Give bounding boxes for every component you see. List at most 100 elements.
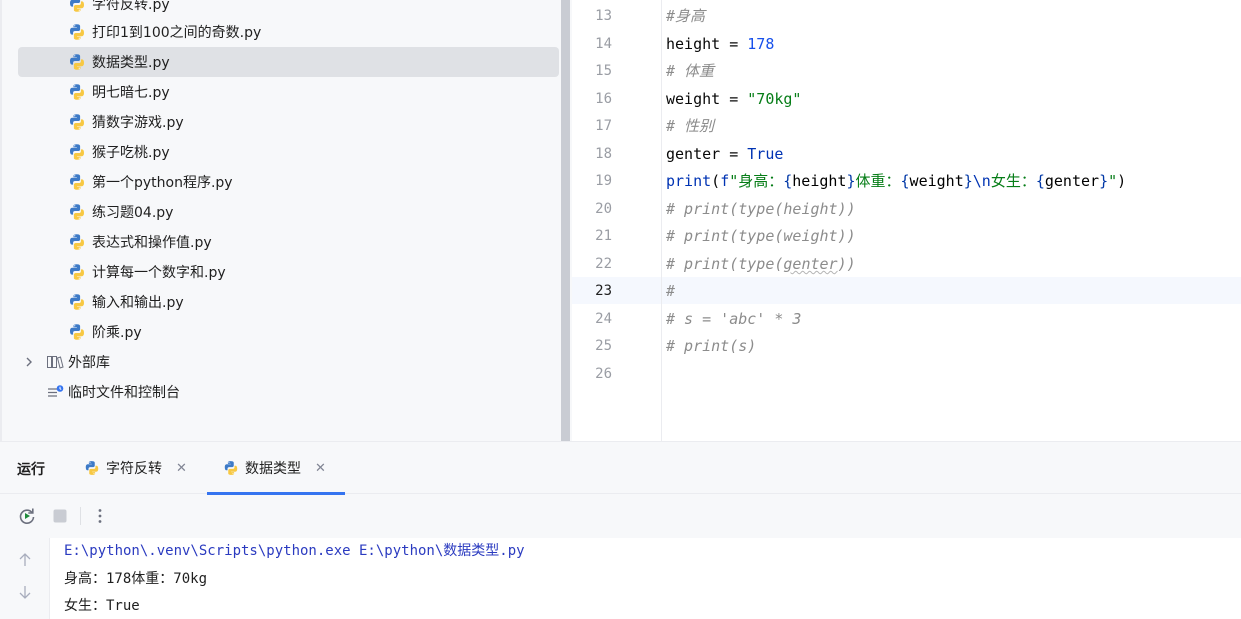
tree-file[interactable]: 阶乘.py: [68, 317, 142, 347]
console-output[interactable]: E:\python\.venv\Scripts\python.exe E:\py…: [0, 538, 1241, 619]
tree-file[interactable]: 猴子吃桃.py: [68, 137, 170, 167]
line-number: 26: [595, 366, 612, 382]
toolbar-divider: [80, 507, 81, 525]
file-label: 表达式和操作值.py: [92, 235, 212, 251]
code-line[interactable]: genter = True: [666, 141, 783, 168]
line-number: 24: [595, 311, 612, 327]
file-label: 明七暗七.py: [92, 85, 170, 101]
file-label: 计算每一个数字和.py: [92, 265, 226, 281]
tree-file[interactable]: 明七暗七.py: [68, 77, 170, 107]
line-number: 21: [595, 228, 612, 244]
line-number-gutter: 13 14 15 16 17 18 19 20 21 22 23 24 25 2…: [572, 0, 662, 441]
python-file-icon: [223, 460, 239, 476]
file-label: 练习题04.py: [92, 205, 174, 221]
file-label: 数据类型.py: [92, 55, 170, 71]
console-output-line: 女生：True: [64, 598, 140, 614]
tree-scrollbar[interactable]: [560, 0, 572, 441]
code-line[interactable]: # 体重: [666, 58, 714, 85]
run-tab-string-reverse[interactable]: 字符反转 ✕: [84, 442, 187, 494]
file-label: 猜数字游戏.py: [92, 115, 184, 131]
line-number-current: 23: [595, 283, 612, 299]
line-number: 14: [595, 36, 612, 52]
python-file-icon: [68, 0, 86, 13]
chevron-right-icon[interactable]: [22, 355, 36, 369]
scratches-icon: [48, 385, 64, 397]
python-file-icon: [84, 460, 100, 476]
project-tree: 字符反转.py 打印1到100之间的奇数.py 数据类型.py 明七暗七.py …: [0, 0, 560, 441]
code-line-current[interactable]: #: [666, 278, 675, 305]
more-options-icon: [98, 509, 102, 523]
tree-file[interactable]: 输入和输出.py: [68, 287, 184, 317]
python-file-icon: [68, 263, 86, 281]
file-label: 字符反转.py: [92, 0, 170, 13]
line-number: 22: [595, 256, 612, 272]
stop-button[interactable]: [50, 506, 70, 526]
code-line[interactable]: weight = "70kg": [666, 86, 801, 113]
run-tool-window: 运行 字符反转 ✕ 数据类型 ✕ E:\python\.venv\Scripts…: [0, 441, 1241, 619]
file-label: 输入和输出.py: [92, 295, 184, 311]
console-command-line: E:\python\.venv\Scripts\python.exe E:\py…: [64, 543, 525, 559]
more-options-button[interactable]: [90, 506, 110, 526]
scroll-up-icon[interactable]: [17, 552, 33, 568]
python-file-icon: [68, 323, 86, 341]
code-line[interactable]: #身高: [666, 3, 705, 30]
line-number: 25: [595, 338, 612, 354]
code-line[interactable]: # s = 'abc' * 3: [666, 306, 801, 333]
file-label: 阶乘.py: [92, 325, 142, 341]
code-line[interactable]: # print(type(genter)): [666, 251, 856, 278]
console-output-line: 身高：178体重：70kg: [64, 571, 208, 587]
python-file-icon: [68, 143, 86, 161]
tree-file-selected[interactable]: 数据类型.py: [68, 47, 170, 77]
line-number: 17: [595, 118, 612, 134]
scratches-label: 临时文件和控制台: [68, 385, 180, 401]
line-number: 20: [595, 201, 612, 217]
run-tab-label: 字符反转: [106, 461, 162, 477]
python-file-icon: [68, 113, 86, 131]
python-file-icon: [68, 83, 86, 101]
file-label: 猴子吃桃.py: [92, 145, 170, 161]
console-gutter: [0, 538, 50, 619]
python-file-icon: [68, 23, 86, 41]
python-file-icon: [68, 293, 86, 311]
line-number: 15: [595, 63, 612, 79]
python-file-icon: [68, 173, 86, 191]
code-line[interactable]: height = 178: [666, 31, 774, 58]
python-file-icon: [68, 233, 86, 251]
tree-file[interactable]: 猜数字游戏.py: [68, 107, 184, 137]
tree-file[interactable]: 表达式和操作值.py: [68, 227, 212, 257]
close-icon[interactable]: ✕: [315, 461, 326, 476]
file-label: 第一个python程序.py: [92, 175, 233, 191]
code-line[interactable]: print(f"身高：{height}体重：{weight}\n女生：{gent…: [666, 168, 1126, 195]
library-icon: [47, 356, 64, 369]
run-tab-label: 数据类型: [245, 461, 301, 477]
line-number: 13: [595, 8, 612, 24]
tree-file[interactable]: 练习题04.py: [68, 197, 173, 227]
line-number: 18: [595, 146, 612, 162]
code-editor[interactable]: 13 14 15 16 17 18 19 20 21 22 23 24 25 2…: [572, 0, 1241, 441]
scrollbar-thumb[interactable]: [561, 0, 570, 441]
python-file-icon: [68, 53, 86, 71]
tree-file[interactable]: 打印1到100之间的奇数.py: [68, 17, 261, 47]
code-line[interactable]: # print(type(weight)): [666, 223, 856, 250]
python-file-icon: [68, 203, 86, 221]
run-panel-title: 运行: [17, 462, 45, 478]
rerun-button[interactable]: [17, 506, 37, 526]
external-libraries-label: 外部库: [68, 355, 110, 371]
run-toolbar: [0, 494, 1241, 538]
tree-scratches[interactable]: 临时文件和控制台: [46, 377, 180, 407]
tree-file[interactable]: 第一个python程序.py: [68, 167, 233, 197]
stop-icon: [53, 509, 67, 523]
rerun-icon: [19, 508, 35, 524]
run-tab-data-types[interactable]: 数据类型 ✕: [207, 442, 345, 495]
line-number: 16: [595, 91, 612, 107]
line-number: 19: [595, 173, 612, 189]
code-line[interactable]: # print(type(height)): [666, 196, 856, 223]
tree-file[interactable]: 计算每一个数字和.py: [68, 257, 226, 287]
run-tab-bar: 运行 字符反转 ✕ 数据类型 ✕: [0, 442, 1241, 495]
code-line[interactable]: # print(s): [666, 333, 756, 360]
scroll-down-icon[interactable]: [17, 584, 33, 600]
close-icon[interactable]: ✕: [176, 461, 187, 476]
tree-external-libraries[interactable]: 外部库: [46, 347, 110, 377]
file-label: 打印1到100之间的奇数.py: [92, 25, 262, 41]
code-line[interactable]: # 性别: [666, 113, 714, 140]
